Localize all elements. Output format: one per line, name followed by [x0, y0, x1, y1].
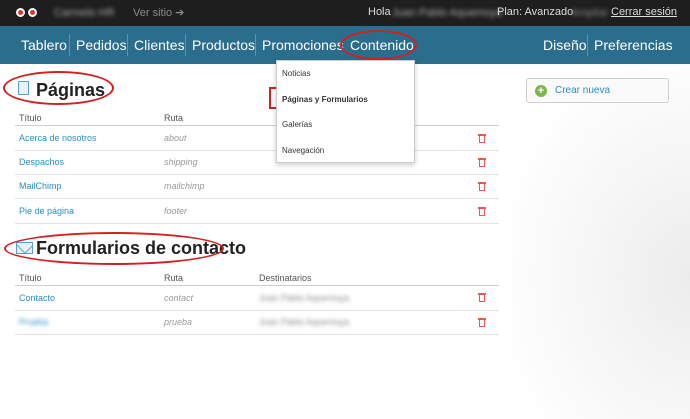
nav-item-preferencias[interactable]: Preferencias — [594, 26, 673, 64]
nav-divider — [69, 34, 70, 56]
plus-icon: + — [535, 85, 547, 97]
form-recipients: Juan Pablo Aquemoya — [259, 317, 350, 327]
delete-icon[interactable] — [478, 207, 486, 216]
menu-item-navegacion[interactable]: Navegación — [282, 146, 324, 155]
pages-header-title: Título — [19, 113, 42, 123]
row-divider — [15, 174, 499, 175]
page-route: shipping — [164, 157, 198, 167]
page-route: mailchimp — [164, 181, 205, 191]
annotation-ellipse-formularios — [4, 232, 224, 265]
menu-item-paginas-formularios[interactable]: Páginas y Formularios — [282, 95, 368, 104]
delete-icon[interactable] — [478, 318, 486, 327]
row-divider — [15, 198, 499, 199]
user-name[interactable]: Juan Pablo Aquemoya — [392, 7, 502, 19]
form-title-link[interactable]: Prueba — [19, 317, 48, 327]
delete-icon[interactable] — [478, 134, 486, 143]
sidebar-panel — [512, 64, 690, 419]
page-title-link[interactable]: MailChimp — [19, 181, 62, 191]
menu-item-galerias[interactable]: Galerías — [282, 120, 312, 129]
menu-item-noticias[interactable]: Noticias — [282, 69, 310, 78]
plan-upgrade-link[interactable]: Ampliar — [571, 7, 608, 19]
row-divider — [15, 150, 499, 151]
create-new-label: Crear nueva — [555, 85, 611, 96]
page-title-link[interactable]: Despachos — [19, 157, 64, 167]
create-new-button[interactable]: + Crear nueva — [526, 78, 669, 103]
nav-divider — [127, 34, 128, 56]
page-title-link[interactable]: Pie de página — [19, 206, 74, 216]
page-route: about — [164, 133, 187, 143]
nav-item-productos[interactable]: Productos — [192, 26, 255, 64]
nav-item-diseno[interactable]: Diseño — [543, 26, 587, 64]
pages-header-route: Ruta — [164, 113, 184, 123]
form-title-link[interactable]: Contacto — [19, 293, 55, 303]
brand-logo-icon[interactable] — [14, 7, 48, 19]
page-route: footer — [164, 206, 188, 216]
forms-header-route: Ruta — [164, 273, 184, 283]
annotation-ellipse-contenido — [340, 30, 417, 60]
forms-header-title: Título — [19, 273, 42, 283]
row-divider — [15, 310, 499, 311]
nav-divider — [587, 34, 588, 56]
delete-icon[interactable] — [478, 182, 486, 191]
table-divider — [15, 125, 499, 126]
form-route: prueba — [164, 317, 193, 327]
form-recipients: Juan Pablo Aquemoya — [259, 293, 350, 303]
plan-text: Plan: Avanzado — [497, 6, 574, 18]
nav-divider — [255, 34, 256, 56]
top-bar: Carmelo HR Ver sitio ➔ Hola Juan Pablo A… — [0, 0, 690, 26]
view-site-link[interactable]: Ver sitio ➔ — [133, 6, 184, 19]
row-divider — [15, 334, 499, 335]
form-route: contact — [164, 293, 194, 303]
forms-header-recipients: Destinatarios — [259, 273, 312, 283]
table-divider — [15, 285, 499, 286]
nav-item-pedidos[interactable]: Pedidos — [76, 26, 127, 64]
page-title-link[interactable]: Acerca de nosotros — [19, 133, 97, 143]
row-divider — [15, 223, 499, 224]
annotation-ellipse-paginas — [3, 71, 114, 105]
nav-item-tablero[interactable]: Tablero — [21, 26, 67, 64]
logout-link[interactable]: Cerrar sesión — [611, 6, 677, 18]
nav-item-clientes[interactable]: Clientes — [134, 26, 185, 64]
nav-item-promociones[interactable]: Promociones — [262, 26, 344, 64]
store-name: Carmelo HR — [54, 7, 115, 19]
nav-divider — [185, 34, 186, 56]
delete-icon[interactable] — [478, 158, 486, 167]
delete-icon[interactable] — [478, 293, 486, 302]
greeting-text: Hola — [368, 6, 391, 18]
content-dropdown-menu: Noticias Páginas y Formularios Galerías … — [276, 60, 415, 163]
